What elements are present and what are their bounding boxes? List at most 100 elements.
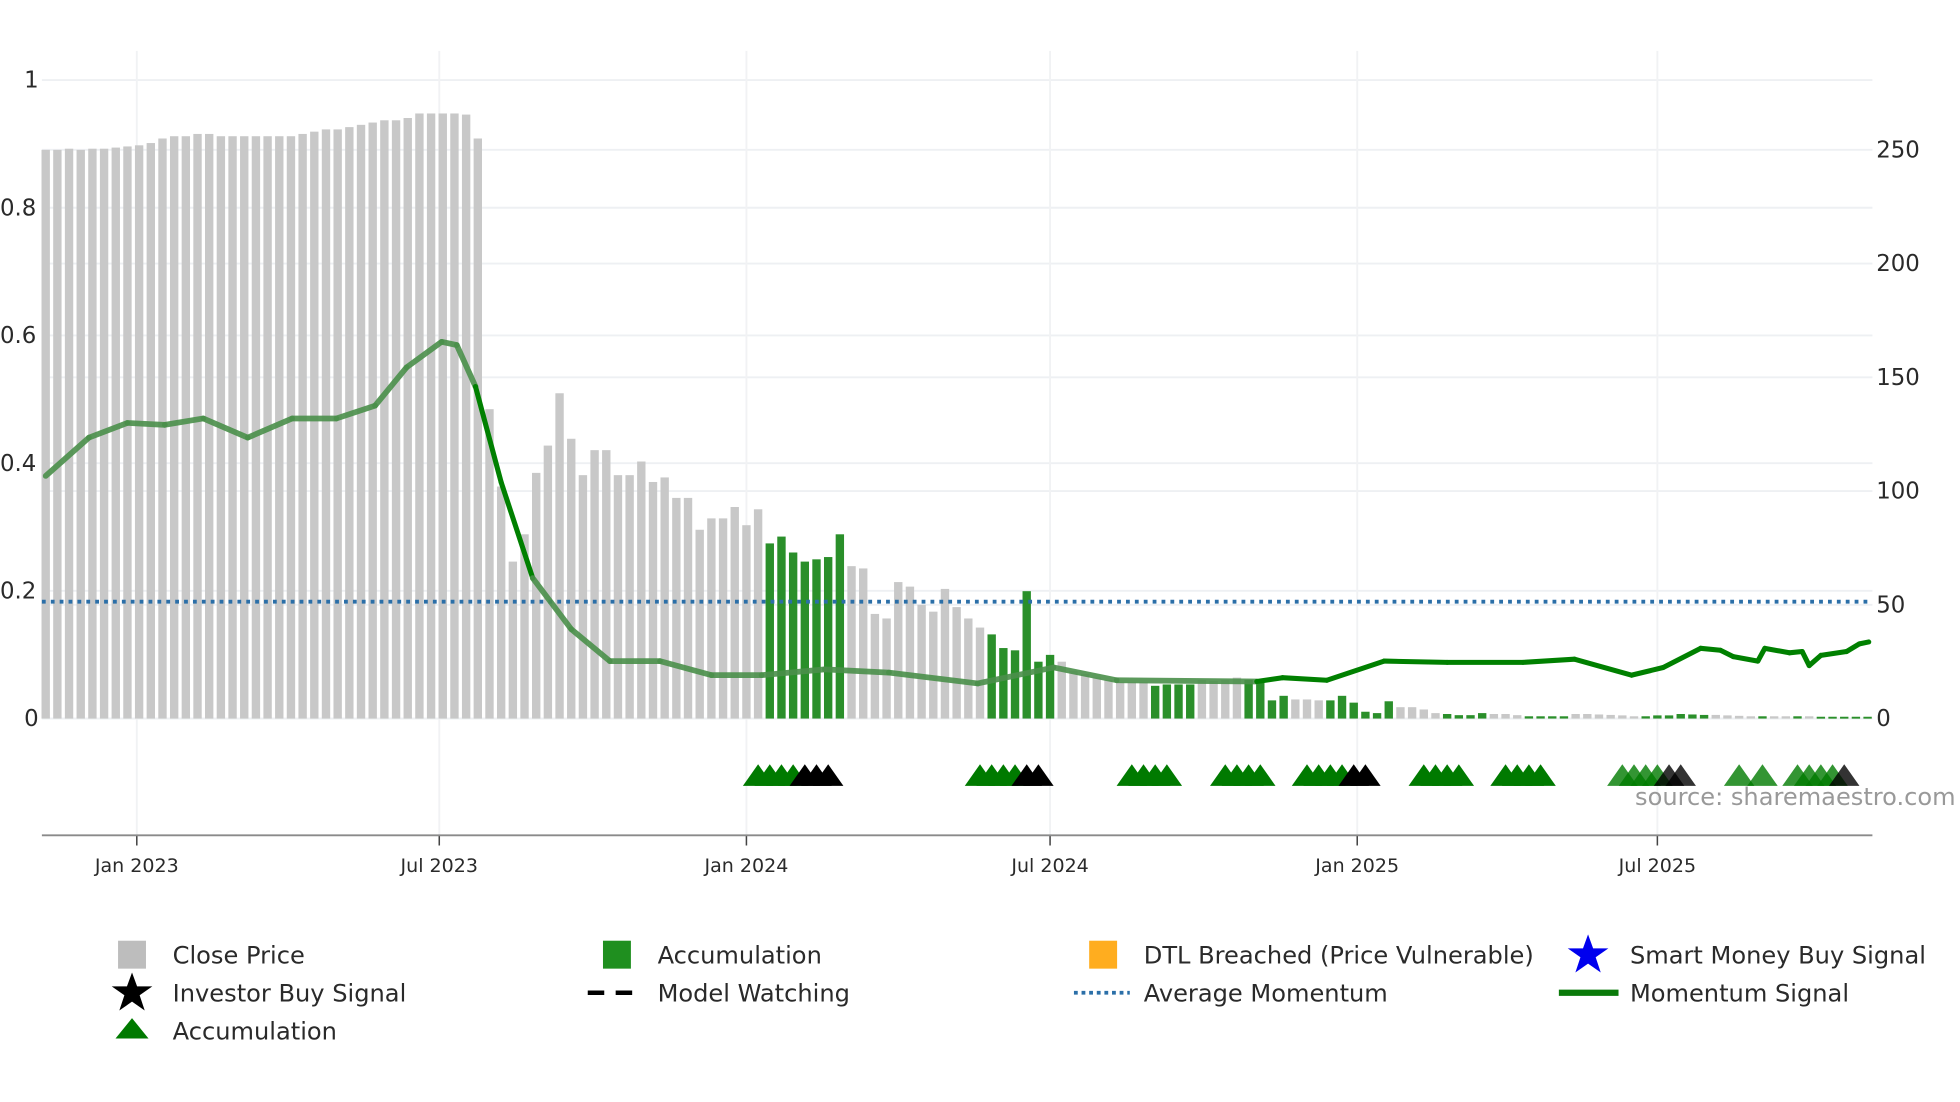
- close-price-bar: [1606, 714, 1615, 719]
- accumulation-bar: [1442, 714, 1452, 719]
- close-price-bar: [975, 627, 985, 719]
- close-price-bar: [158, 138, 167, 719]
- accumulation-bar: [1361, 711, 1370, 719]
- close-price-bar: [251, 136, 261, 719]
- accumulation-bar: [1641, 716, 1650, 719]
- accumulation-bar: [987, 634, 996, 719]
- close-price-bar: [613, 475, 623, 719]
- close-price-bar: [602, 450, 611, 719]
- close-price-bar: [1711, 714, 1720, 719]
- source-label: source: sharemaestro.com: [1635, 783, 1956, 811]
- close-price-bar: [625, 475, 634, 719]
- close-price-bar: [1781, 716, 1791, 719]
- close-price-bar: [345, 127, 354, 719]
- accumulation-bar: [1349, 702, 1358, 719]
- close-price-bar: [1629, 716, 1639, 719]
- accumulation-bar: [1244, 679, 1253, 719]
- close-price-bar: [1489, 714, 1499, 719]
- legend-label: DTL Breached (Price Vulnerable): [1144, 942, 1534, 970]
- momentum-segment: [372, 364, 410, 409]
- close-price-bar: [1314, 700, 1323, 719]
- close-price-bar: [1805, 716, 1814, 719]
- date-tick-label: Jul 2024: [1010, 855, 1088, 877]
- momentum-segment: [1279, 675, 1330, 683]
- momentum-segment: [1698, 645, 1723, 653]
- close-price-bar: [917, 604, 926, 719]
- close-price-bar: [461, 114, 471, 719]
- close-price-bar: [1734, 715, 1744, 719]
- close-price-bar: [169, 136, 179, 719]
- close-price-bar: [1127, 682, 1137, 719]
- momentum-segment: [1629, 664, 1666, 678]
- momentum-segment: [1818, 648, 1850, 658]
- right-tick-label: 100: [1876, 479, 1920, 505]
- close-price-bar: [1291, 699, 1300, 719]
- close-price-bar: [1139, 682, 1148, 719]
- close-price-bar: [742, 525, 751, 719]
- accumulation-bar: [1688, 714, 1697, 719]
- date-tick-label: Jul 2023: [400, 855, 478, 877]
- close-price-bar: [1092, 677, 1101, 719]
- accumulation-bar: [1477, 713, 1487, 719]
- close-price-bar: [929, 611, 938, 719]
- close-price-bar: [1080, 673, 1090, 719]
- close-price-bar: [683, 497, 693, 719]
- close-price-bar: [1407, 707, 1417, 719]
- accumulation-bar: [1186, 684, 1195, 719]
- close-price-bar: [1769, 716, 1779, 719]
- close-price-bar: [940, 588, 950, 719]
- date-tick-label: Jan 2024: [704, 855, 789, 877]
- right-tick-label: 50: [1876, 592, 1905, 618]
- close-price-bar: [298, 133, 307, 719]
- close-price-bar: [859, 568, 868, 719]
- right-tick-label: 250: [1876, 137, 1920, 163]
- right-tick-label: 150: [1876, 365, 1920, 391]
- close-price-bar: [368, 122, 377, 719]
- close-price-bar: [952, 607, 961, 719]
- momentum-segment: [1856, 639, 1872, 647]
- left-tick-label: 1: [24, 68, 39, 94]
- close-price-bar: [1618, 715, 1627, 719]
- accumulation-bar: [777, 536, 786, 719]
- accumulation-bar: [1676, 714, 1685, 719]
- close-price-bar: [847, 566, 856, 719]
- close-price-bar: [508, 561, 518, 719]
- dtl-breached-legend-icon: [1089, 940, 1118, 969]
- accumulation-bar: [1653, 715, 1662, 719]
- momentum-segment: [1381, 658, 1450, 665]
- close-price-bar: [870, 613, 880, 719]
- accumulation-bar: [800, 561, 810, 719]
- accumulation-bar: [765, 543, 774, 719]
- accumulation-bar: [1010, 650, 1020, 719]
- close-price-bar: [1302, 699, 1312, 719]
- close-price-bar: [111, 147, 120, 719]
- accumulation-bar: [1162, 684, 1172, 719]
- legend-label: Investor Buy Signal: [173, 980, 407, 1008]
- close-price-bar: [438, 113, 447, 719]
- close-price-bar: [695, 529, 704, 719]
- right-tick-label: 0: [1876, 706, 1891, 732]
- close-price-bar: [672, 497, 681, 719]
- close-price-bar: [1513, 715, 1522, 719]
- close-price-bar: [882, 618, 891, 719]
- accumulation-bar: [1337, 695, 1347, 719]
- close-price-bar: [730, 507, 739, 719]
- accumulation-bar: [1840, 716, 1849, 719]
- close-price-bar: [707, 518, 716, 719]
- close-price-bar: [1396, 707, 1405, 719]
- accumulation-bar: [788, 552, 798, 719]
- blue-star-icon: [1567, 934, 1609, 973]
- accumulation-bar: [1758, 716, 1767, 719]
- momentum-segment: [1520, 656, 1577, 665]
- legend-label: Accumulation: [658, 942, 822, 970]
- close-price-bar: [321, 129, 331, 719]
- accumulation-bar: [1828, 716, 1837, 719]
- close-price-bar: [53, 149, 62, 719]
- close-price-bar: [578, 475, 588, 719]
- momentum-segment: [1324, 658, 1387, 683]
- momentum-segment: [1762, 645, 1792, 656]
- close-price-bar: [64, 148, 74, 719]
- close-price-bar: [426, 113, 436, 719]
- momentum-segment: [821, 666, 892, 676]
- green-triangle-icon: [115, 1018, 149, 1039]
